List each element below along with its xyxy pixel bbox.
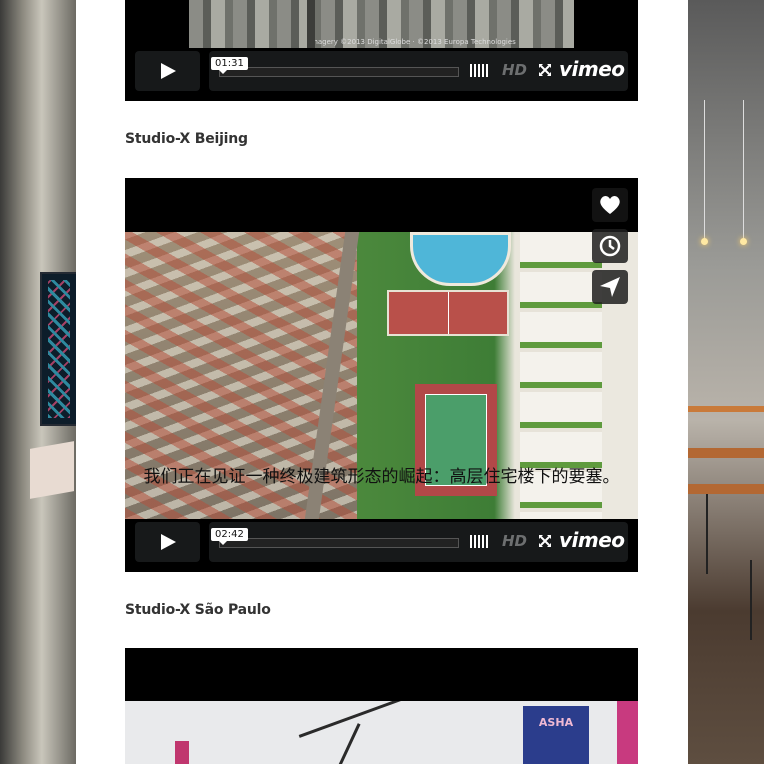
lamp-wire	[704, 100, 705, 240]
billboard	[617, 701, 638, 764]
watch-later-button[interactable]	[592, 229, 628, 263]
vimeo-logo[interactable]: vimeo	[559, 57, 625, 81]
progress-area: 02:42 HD vimeo	[209, 522, 628, 562]
side-button-group	[592, 188, 628, 311]
play-button[interactable]	[135, 522, 200, 562]
video-caption-sao-paulo: Studio-X São Paulo	[125, 602, 271, 618]
video-player-2[interactable]: 我们正在见证一种终极建筑形态的崛起：高层住宅楼下的要塞。 02:42 HD vi…	[125, 178, 638, 572]
play-icon	[160, 534, 176, 550]
video-thumbnail[interactable]: Imagery ©2013 DigitalGlobe · ©2013 Europ…	[189, 0, 574, 48]
steel-structure	[332, 723, 361, 764]
map-credit: Imagery ©2013 DigitalGlobe · ©2013 Europ…	[309, 38, 516, 46]
fullscreen-icon[interactable]	[538, 534, 552, 548]
volume-icon[interactable]	[470, 535, 488, 548]
table-leg	[750, 560, 752, 640]
like-button[interactable]	[592, 188, 628, 222]
hd-button[interactable]: HD	[502, 532, 527, 550]
progress-bar[interactable]: 02:42	[211, 528, 459, 548]
store-sign: ASHA	[523, 706, 589, 764]
progress-area: 01:31 HD vimeo	[209, 51, 628, 91]
heart-icon	[600, 196, 620, 214]
book	[30, 441, 74, 499]
cafe-table	[688, 484, 764, 494]
clock-icon	[599, 235, 621, 257]
steel-structure	[298, 701, 432, 738]
video-thumbnail[interactable]: ASHA	[125, 701, 638, 764]
fullscreen-icon[interactable]	[538, 63, 552, 77]
background-photo-right	[688, 0, 764, 764]
wall-artwork	[40, 272, 78, 426]
video-caption-beijing: Studio-X Beijing	[125, 131, 248, 147]
background-photo-left	[0, 0, 78, 764]
play-icon	[160, 63, 176, 79]
lamp-wire	[743, 100, 744, 240]
content-column: Imagery ©2013 DigitalGlobe · ©2013 Europ…	[76, 0, 688, 764]
volume-icon[interactable]	[470, 64, 488, 77]
progress-bar[interactable]: 01:31	[211, 57, 459, 77]
video-player-3[interactable]: ASHA	[125, 648, 638, 764]
pendant-lamp	[740, 238, 747, 245]
beam	[688, 406, 764, 412]
control-bar: 01:31 HD vimeo	[135, 51, 628, 91]
time-label: 02:42	[211, 528, 248, 545]
time-label: 01:31	[211, 57, 248, 74]
video-subtitle: 我们正在见证一种终极建筑形态的崛起：高层住宅楼下的要塞。	[143, 467, 620, 487]
tennis-court	[387, 290, 509, 336]
share-button[interactable]	[592, 270, 628, 304]
send-icon	[600, 277, 620, 297]
swimming-pool	[410, 232, 511, 286]
vimeo-logo[interactable]: vimeo	[559, 528, 625, 552]
hd-button[interactable]: HD	[502, 61, 527, 79]
video-player-1[interactable]: Imagery ©2013 DigitalGlobe · ©2013 Europ…	[125, 0, 638, 101]
pendant-lamp	[701, 238, 708, 245]
sign-post	[175, 741, 189, 764]
control-bar: 02:42 HD vimeo	[135, 522, 628, 562]
table-leg	[706, 494, 708, 574]
play-button[interactable]	[135, 51, 200, 91]
cafe-table	[688, 448, 764, 458]
